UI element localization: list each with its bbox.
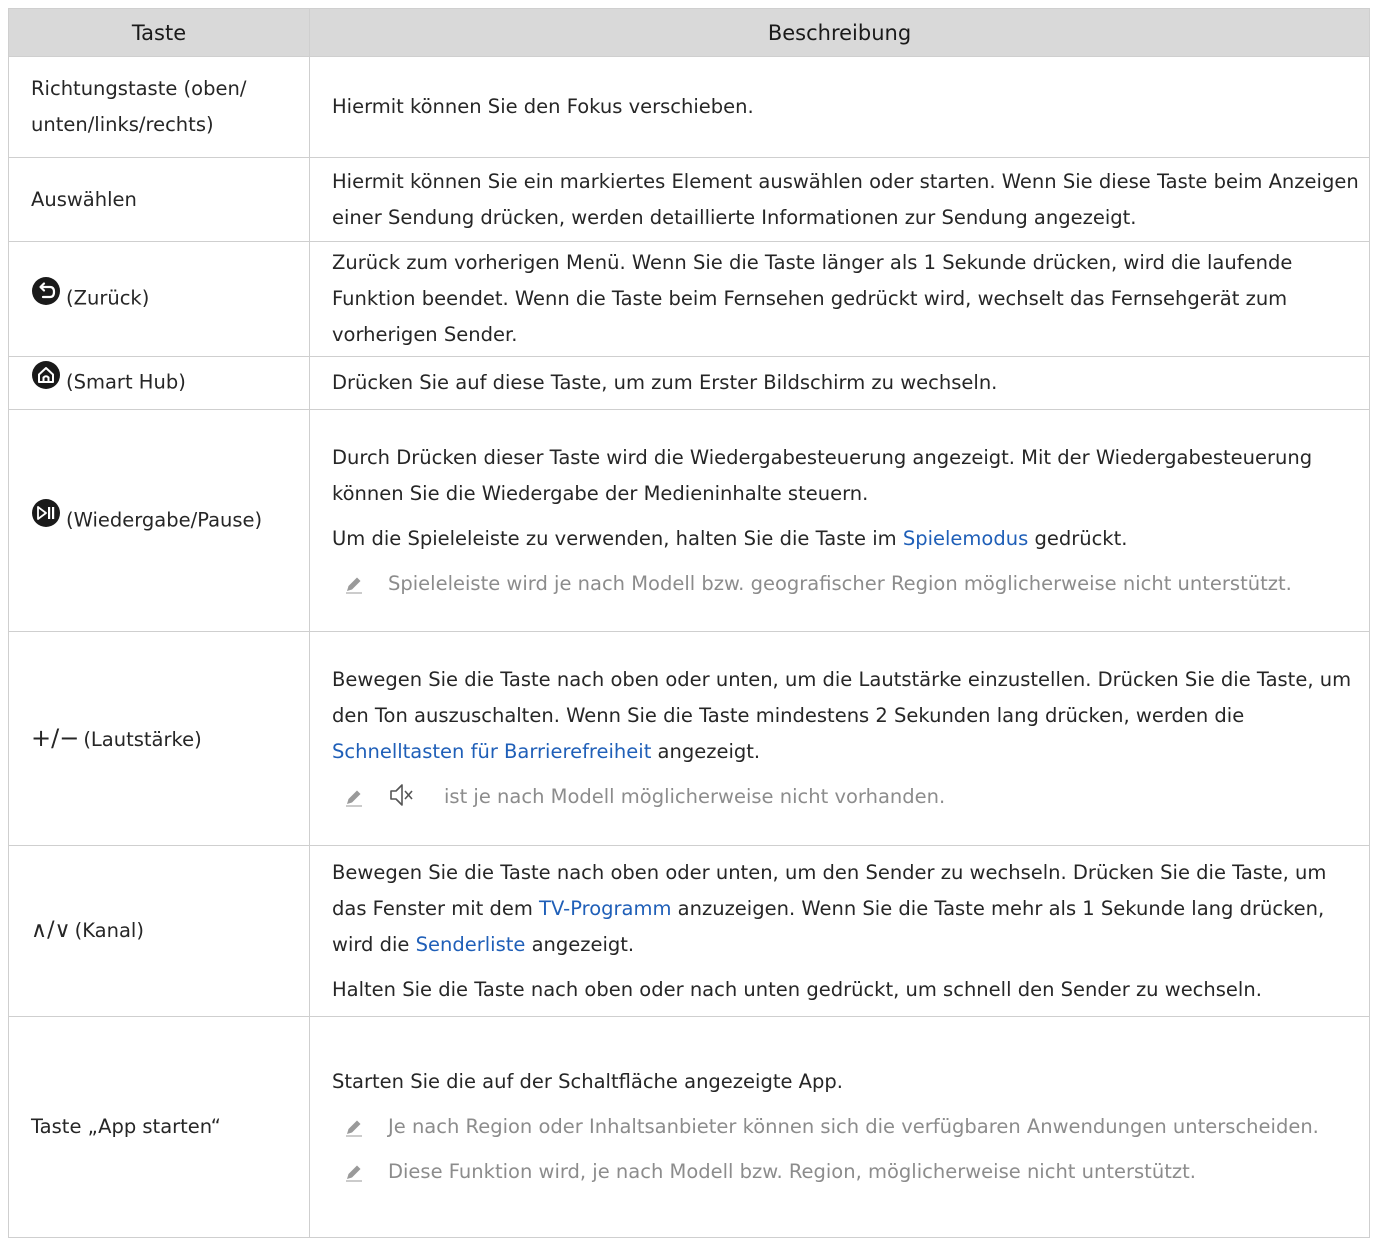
description-text: Starten Sie die auf der Schaltfläche ang… [332, 1070, 843, 1093]
key-label: (Zurück) [66, 286, 150, 310]
table-header-row: Taste Beschreibung [8, 8, 1370, 57]
key-label: Auswählen [31, 187, 137, 211]
description-text: Durch Drücken dieser Taste wird die Wied… [332, 445, 1313, 505]
key-cell: (Smart Hub) [8, 356, 310, 410]
button-description-table: Taste Beschreibung Richtungstaste (oben/… [8, 8, 1370, 1238]
key-cell: (Wiedergabe/Pause) [8, 409, 310, 632]
key-cell: +/− (Lautstärke) [8, 631, 310, 846]
key-label: Taste „App starten“ [31, 1115, 221, 1138]
description-text: Hiermit können Sie ein markiertes Elemen… [332, 169, 1359, 229]
note-text: ist je nach Modell möglicherweise nicht … [444, 785, 946, 808]
table-row: (Smart Hub) Drücken Sie auf diese Taste,… [8, 356, 1370, 410]
key-label: (Wiedergabe/Pause) [66, 508, 263, 531]
description-text: Bewegen Sie die Taste nach oben oder unt… [332, 860, 1327, 956]
pencil-note-icon [346, 1120, 362, 1137]
home-icon [31, 360, 61, 402]
description-text: Bewegen Sie die Taste nach oben oder unt… [332, 668, 1352, 763]
volume-symbols: +/− [31, 723, 80, 752]
description-text: Drücken Sie auf diese Taste, um zum Erst… [332, 371, 998, 394]
channel-symbols: ∧/∨ [31, 918, 71, 943]
note-text: Diese Funktion wird, je nach Modell bzw.… [388, 1160, 1196, 1183]
table-row: (Wiedergabe/Pause) Durch Drücken dieser … [8, 409, 1370, 632]
description-cell: Drücken Sie auf diese Taste, um zum Erst… [309, 356, 1370, 410]
description-cell: Durch Drücken dieser Taste wird die Wied… [309, 409, 1370, 632]
description-cell: Hiermit können Sie ein markiertes Elemen… [309, 157, 1370, 242]
description-text: Halten Sie die Taste nach oben oder nach… [332, 977, 1262, 1001]
note: Je nach Region oder Inhaltsanbieter könn… [332, 1109, 1359, 1145]
description-text: Zurück zum vorherigen Menü. Wenn Sie die… [332, 251, 1293, 346]
note-text: Je nach Region oder Inhaltsanbieter könn… [388, 1115, 1319, 1138]
description-text: Hiermit können Sie den Fokus verschieben… [332, 95, 754, 118]
note: Diese Funktion wird, je nach Modell bzw.… [332, 1154, 1359, 1190]
description-cell: Hiermit können Sie den Fokus verschieben… [309, 56, 1370, 158]
description-cell: Starten Sie die auf der Schaltfläche ang… [309, 1016, 1370, 1238]
key-cell: Auswählen [8, 157, 310, 242]
table-row: (Zurück) Zurück zum vorherigen Menü. Wen… [8, 241, 1370, 357]
column-header-description: Beschreibung [309, 8, 1370, 57]
pencil-note-icon [346, 790, 362, 807]
pencil-note-icon [346, 1165, 362, 1182]
description-cell: Zurück zum vorherigen Menü. Wenn Sie die… [309, 241, 1370, 357]
note: ist je nach Modell möglicherweise nicht … [332, 779, 1359, 815]
game-mode-link[interactable]: Spielemodus [903, 527, 1028, 550]
key-label: (Kanal) [74, 919, 144, 942]
channel-list-link[interactable]: Senderliste [416, 933, 526, 956]
description-text: Um die Spieleleiste zu verwenden, halten… [332, 526, 1128, 550]
accessibility-shortcuts-link[interactable]: Schnelltasten für Barrierefreiheit [332, 740, 651, 763]
key-cell: ∧/∨ (Kanal) [8, 845, 310, 1017]
description-cell: Bewegen Sie die Taste nach oben oder unt… [309, 631, 1370, 846]
pencil-note-icon [346, 577, 362, 594]
table-row: Auswählen Hiermit können Sie ein markier… [8, 157, 1370, 242]
back-icon [31, 276, 61, 318]
key-cell: Richtungstaste (oben/ unten/links/rechts… [8, 56, 310, 158]
note: Spieleleiste wird je nach Modell bzw. ge… [332, 566, 1359, 602]
description-cell: Bewegen Sie die Taste nach oben oder unt… [309, 845, 1370, 1017]
key-label: (Lautstärke) [83, 727, 202, 751]
key-label: (Smart Hub) [66, 370, 186, 394]
tv-guide-link[interactable]: TV-Programm [539, 897, 671, 920]
play-pause-icon [31, 498, 61, 540]
table-row: +/− (Lautstärke) Bewegen Sie die Taste na… [8, 631, 1370, 846]
key-label: Richtungstaste (oben/ unten/links/rechts… [31, 77, 247, 136]
key-cell: Taste „App starten“ [8, 1016, 310, 1238]
key-cell: (Zurück) [8, 241, 310, 357]
mute-icon [390, 783, 413, 806]
note-text: Spieleleiste wird je nach Modell bzw. ge… [388, 571, 1292, 595]
table-row: Taste „App starten“ Starten Sie die auf … [8, 1016, 1370, 1238]
table-row: Richtungstaste (oben/ unten/links/rechts… [8, 56, 1370, 158]
table-row: ∧/∨ (Kanal) Bewegen Sie die Taste nach ob… [8, 845, 1370, 1017]
column-header-key: Taste [8, 8, 310, 57]
